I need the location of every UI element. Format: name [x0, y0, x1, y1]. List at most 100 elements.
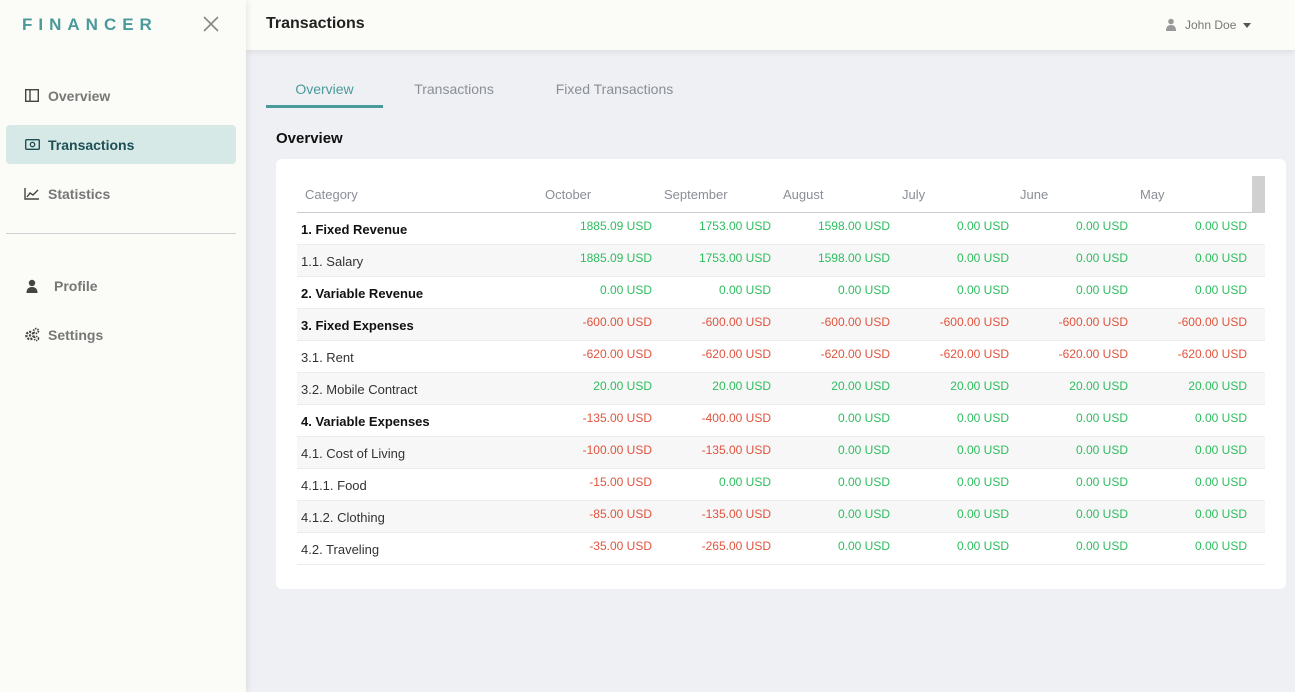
- column-header-july[interactable]: July: [902, 187, 925, 202]
- sidebar-item-settings[interactable]: Settings: [6, 315, 236, 354]
- category-cell: 1.1. Salary: [301, 254, 364, 269]
- category-cell: 4. Variable Expenses: [301, 414, 430, 429]
- category-cell: 3.2. Mobile Contract: [301, 382, 418, 397]
- user-icon: [23, 277, 41, 295]
- user-icon: [1166, 18, 1178, 32]
- category-cell: 3.1. Rent: [301, 350, 354, 365]
- amount-cell: 0.00 USD: [1075, 251, 1128, 265]
- category-cell: 2. Variable Revenue: [301, 286, 424, 301]
- amount-cell: 0.00 USD: [956, 411, 1009, 425]
- amount-cell: 0.00 USD: [837, 507, 890, 521]
- column-header-august[interactable]: August: [783, 187, 823, 202]
- amount-cell: 20.00 USD: [1069, 379, 1128, 393]
- amount-cell: 0.00 USD: [956, 475, 1009, 489]
- sidebar-item-label: Settings: [48, 326, 104, 343]
- amount-cell: -620.00 USD: [701, 347, 771, 361]
- table-scrollbar[interactable]: [1252, 176, 1265, 213]
- tab-overview[interactable]: Overview: [266, 76, 383, 108]
- category-cell: 1. Fixed Revenue: [301, 222, 408, 237]
- amount-cell: 0.00 USD: [837, 411, 890, 425]
- amount-cell: 0.00 USD: [1075, 283, 1128, 297]
- amount-cell: -620.00 USD: [939, 347, 1009, 361]
- amount-cell: -600.00 USD: [701, 315, 771, 329]
- sidebar-item-profile[interactable]: Profile: [6, 266, 236, 305]
- column-header-september[interactable]: September: [664, 187, 728, 202]
- close-icon[interactable]: [200, 13, 222, 35]
- table-row[interactable]: 3.1. Rent -620.00 USD -620.00 USD -620.00 U…: [297, 341, 1265, 373]
- table-body: 1. Fixed Revenue 1885.09 USD 1753.00 USD 15…: [297, 213, 1265, 565]
- amount-cell: 0.00 USD: [1075, 539, 1128, 553]
- amount-cell: 20.00 USD: [1188, 379, 1247, 393]
- amount-cell: 0.00 USD: [956, 251, 1009, 265]
- table-row[interactable]: 2. Variable Revenue 0.00 USD 0.00 USD 0.00 …: [297, 277, 1265, 309]
- overview-table: Category October September August July J…: [297, 176, 1265, 573]
- sidebar-divider: [6, 233, 236, 234]
- amount-cell: 0.00 USD: [718, 283, 771, 297]
- table-row[interactable]: 1. Fixed Revenue 1885.09 USD 1753.00 USD 15…: [297, 213, 1265, 245]
- sidebar-item-label: Profile: [54, 277, 98, 294]
- amount-cell: 1598.00 USD: [817, 219, 890, 233]
- amount-cell: 0.00 USD: [956, 443, 1009, 457]
- column-header-june[interactable]: June: [1020, 187, 1048, 202]
- sidebar-item-label: Transactions: [48, 136, 135, 153]
- sidebar-item-transactions[interactable]: Transactions: [6, 125, 236, 164]
- amount-cell: 0.00 USD: [1194, 507, 1247, 521]
- amount-cell: -600.00 USD: [1177, 315, 1247, 329]
- amount-cell: 0.00 USD: [837, 443, 890, 457]
- column-header-october[interactable]: October: [545, 187, 591, 202]
- amount-cell: 0.00 USD: [1075, 443, 1128, 457]
- amount-cell: 1753.00 USD: [698, 219, 771, 233]
- category-cell: 3. Fixed Expenses: [301, 318, 414, 333]
- scrollbar-thumb[interactable]: [1252, 176, 1265, 213]
- user-menu[interactable]: John Doe: [1166, 18, 1252, 32]
- amount-cell: 0.00 USD: [1194, 443, 1247, 457]
- column-header-may[interactable]: May: [1140, 187, 1165, 202]
- amount-cell: -600.00 USD: [1058, 315, 1128, 329]
- tab-fixed-transactions[interactable]: Fixed Transactions: [547, 76, 682, 108]
- amount-cell: 0.00 USD: [837, 283, 890, 297]
- column-header-category[interactable]: Category: [305, 187, 358, 202]
- user-name: John Doe: [1185, 18, 1237, 32]
- amount-cell: -135.00 USD: [701, 507, 771, 521]
- amount-cell: -400.00 USD: [701, 411, 771, 425]
- amount-cell: -85.00 USD: [589, 507, 652, 521]
- sidebar-item-label: Statistics: [48, 185, 111, 202]
- sidebar-item-overview[interactable]: Overview: [6, 76, 236, 115]
- amount-cell: 0.00 USD: [837, 475, 890, 489]
- amount-cell: 0.00 USD: [1075, 507, 1128, 521]
- amount-cell: -265.00 USD: [701, 539, 771, 553]
- amount-cell: 0.00 USD: [599, 283, 652, 297]
- amount-cell: 1885.09 USD: [579, 219, 652, 233]
- amount-cell: 0.00 USD: [1194, 411, 1247, 425]
- amount-cell: 1753.00 USD: [698, 251, 771, 265]
- amount-cell: 20.00 USD: [831, 379, 890, 393]
- tab-transactions[interactable]: Transactions: [399, 76, 509, 108]
- table-row[interactable]: 3. Fixed Expenses -600.00 USD -600.00 USD -…: [297, 309, 1265, 341]
- category-cell: 4.1. Cost of Living: [301, 446, 406, 461]
- amount-cell: -135.00 USD: [582, 411, 652, 425]
- page-title: Transactions: [266, 15, 365, 32]
- amount-cell: 0.00 USD: [1194, 251, 1247, 265]
- gears-icon: [23, 326, 41, 344]
- money-bill-icon: [23, 136, 41, 154]
- table-row[interactable]: 4.1.1. Food -15.00 USD 0.00 USD 0.00 USD 0.0…: [297, 469, 1265, 501]
- section-title: Overview: [276, 130, 343, 147]
- category-cell: 4.2. Traveling: [301, 542, 380, 557]
- amount-cell: 0.00 USD: [1194, 475, 1247, 489]
- table-row[interactable]: 1.1. Salary 1885.09 USD 1753.00 USD 1598.00…: [297, 245, 1265, 277]
- amount-cell: 0.00 USD: [837, 539, 890, 553]
- table-row[interactable]: 4.1. Cost of Living -100.00 USD -135.00 US…: [297, 437, 1265, 469]
- amount-cell: 0.00 USD: [1194, 539, 1247, 553]
- amount-cell: 0.00 USD: [1194, 219, 1247, 233]
- table-row[interactable]: 4.2. Traveling -35.00 USD -265.00 USD 0.00 …: [297, 533, 1265, 565]
- table-row[interactable]: 3.2. Mobile Contract 20.00 USD 20.00 USD 20…: [297, 373, 1265, 405]
- category-cell: 4.1.1. Food: [301, 478, 367, 493]
- table-row[interactable]: 4.1.2. Clothing -85.00 USD -135.00 USD 0.00…: [297, 501, 1265, 533]
- overview-card: Category October September August July J…: [276, 159, 1286, 589]
- table-row[interactable]: 4. Variable Expenses -135.00 USD -400.00 U…: [297, 405, 1265, 437]
- amount-cell: 0.00 USD: [956, 219, 1009, 233]
- sidebar: FINANCER Overview Transactions Statistic…: [0, 0, 246, 692]
- amount-cell: -15.00 USD: [589, 475, 652, 489]
- sidebar-item-statistics[interactable]: Statistics: [6, 174, 236, 213]
- category-cell: 4.1.2. Clothing: [301, 510, 385, 525]
